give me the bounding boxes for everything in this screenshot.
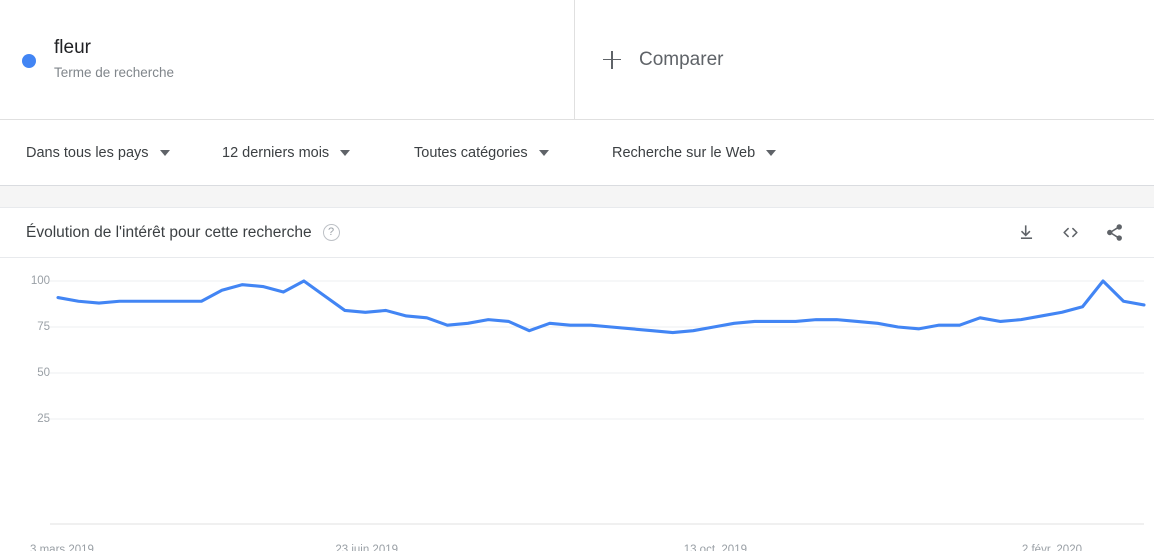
share-icon[interactable] (1105, 223, 1124, 242)
chart-plot-area: 100 75 50 25 3 mars 2019 23 juin 2019 13 oct.… (0, 258, 1154, 551)
compare-cell: Comparer (575, 0, 1154, 119)
filter-search-type[interactable]: Recherche sur le Web (612, 144, 777, 161)
y-axis-labels: 100 75 50 25 (0, 258, 50, 551)
chart-actions (1017, 223, 1124, 242)
compare-button-label: Comparer (639, 48, 724, 70)
x-axis-labels: 3 mars 2019 23 juin 2019 13 oct. 2019 2 fév… (0, 544, 1154, 551)
search-term-subtitle: Terme de recherche (54, 65, 175, 80)
filter-time-range-label: 12 derniers mois (222, 144, 330, 161)
term-color-dot (22, 53, 36, 68)
y-axis-tick: 25 (37, 413, 50, 425)
download-icon[interactable] (1017, 223, 1036, 242)
y-axis-tick: 50 (37, 367, 50, 379)
filter-location[interactable]: Dans tous les pays (26, 145, 222, 161)
chevron-down-icon (538, 149, 549, 156)
plus-icon (603, 50, 621, 69)
chevron-down-icon (766, 149, 777, 156)
y-axis-tick: 100 (30, 275, 50, 287)
search-term-title: fleur (54, 37, 91, 58)
filter-search-type-label: Recherche sur le Web (612, 144, 756, 161)
x-axis-tick: 23 juin 2019 (335, 544, 399, 551)
filter-time-range[interactable]: 12 derniers mois (222, 145, 414, 161)
help-icon[interactable]: ? (322, 224, 340, 241)
x-axis-tick: 13 oct. 2019 (683, 544, 747, 551)
filter-category[interactable]: Toutes catégories (414, 145, 612, 161)
chevron-down-icon (159, 149, 170, 156)
trend-line-chart[interactable] (0, 258, 1154, 551)
search-term-card[interactable]: fleur Terme de recherche (0, 0, 575, 119)
chart-header: Évolution de l'intérêt pour cette recher… (0, 208, 1154, 258)
x-axis-tick: 2 févr. 2020 (1021, 544, 1082, 551)
x-axis-tick: 3 mars 2019 (30, 544, 94, 551)
interest-over-time-card: Évolution de l'intérêt pour cette recher… (0, 208, 1154, 551)
section-separator (0, 186, 1154, 208)
add-comparison-button[interactable]: Comparer (603, 49, 723, 71)
search-term-bar: fleur Terme de recherche Comparer (0, 0, 1154, 120)
filter-bar: Dans tous les pays 12 derniers mois Tout… (0, 120, 1154, 186)
filter-location-label: Dans tous les pays (26, 144, 149, 161)
filter-category-label: Toutes catégories (414, 144, 528, 161)
y-axis-tick: 75 (37, 321, 50, 333)
chart-title: Évolution de l'intérêt pour cette recher… (26, 223, 312, 241)
embed-code-icon[interactable] (1060, 223, 1081, 242)
chevron-down-icon (340, 149, 351, 156)
